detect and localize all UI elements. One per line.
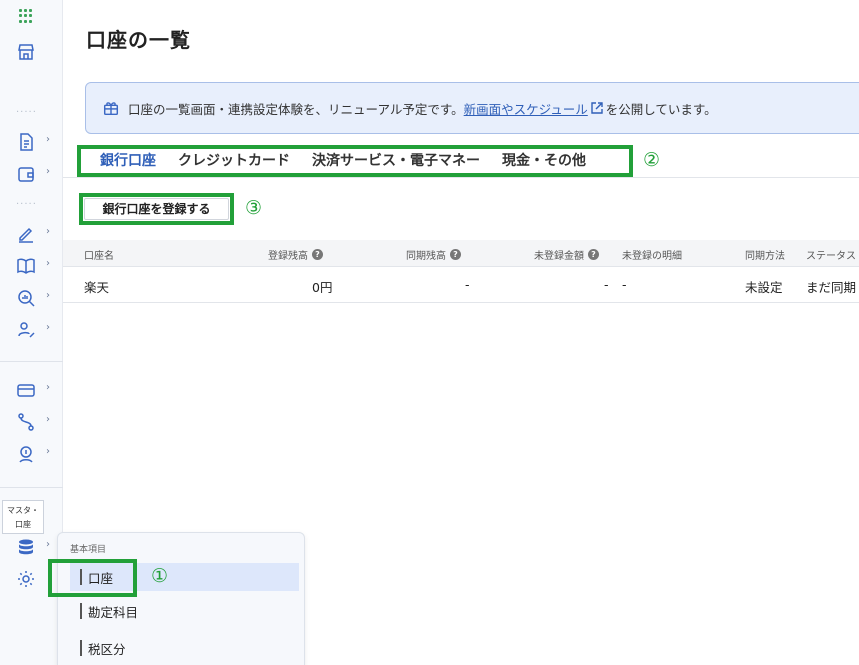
cell-status: まだ同期: [806, 280, 857, 295]
chevron-right-icon: ›: [46, 414, 50, 425]
register-bank-button[interactable]: 銀行口座を登録する: [84, 198, 229, 220]
chevron-right-icon: ›: [46, 226, 50, 237]
sidebar-item-book[interactable]: ›: [10, 253, 56, 279]
col-label: 同期残高: [406, 251, 446, 262]
sidebar-item-growth[interactable]: ›: [10, 441, 56, 467]
sidebar-item-store[interactable]: [10, 39, 56, 65]
person-percent-icon: [18, 322, 35, 338]
col-label: 登録残高: [268, 251, 308, 262]
col-synced-balance[interactable]: 同期残高?: [406, 247, 461, 262]
banner-text: 口座の一覧画面・連携設定体験を、リニューアル予定です。: [128, 101, 464, 117]
tab-bank[interactable]: 銀行口座: [81, 149, 167, 173]
store-icon: [18, 44, 34, 60]
help-icon[interactable]: ?: [588, 249, 599, 260]
app-grid-icon[interactable]: [19, 9, 33, 23]
master-flyout-menu: 基本項目 口座 勘定科目 税区分: [57, 532, 305, 665]
sidebar-item-analysis[interactable]: ›: [10, 285, 56, 311]
info-banner: 口座の一覧画面・連携設定体験を、リニューアル予定です。 新画面やスケジュール を…: [85, 82, 859, 134]
cell-registered-balance: 0円: [312, 280, 333, 295]
magnifier-chart-icon: [18, 290, 35, 307]
col-label: 同期方法: [745, 251, 785, 262]
sidebar-item-person[interactable]: ›: [10, 317, 56, 343]
col-label: 未登録金額: [534, 251, 584, 262]
table-header: 口座名 登録残高? 同期残高? 未登録金額? 未登録の明細 同期方法 ステータス: [63, 240, 859, 267]
highlight-box-1: [48, 559, 137, 597]
page-title: 口座の一覧: [86, 28, 191, 52]
chevron-right-icon: ›: [46, 382, 50, 393]
register-highlight: 銀行口座を登録する: [79, 193, 234, 225]
pen-icon: [19, 227, 33, 243]
table-row[interactable]: 楽天 0円 - - - 未設定 まだ同期: [63, 267, 859, 303]
tab-cash-other[interactable]: 現金・その他: [491, 149, 597, 173]
col-unregistered-items[interactable]: 未登録の明細: [622, 247, 682, 262]
sidebar-item-master[interactable]: ›: [10, 534, 56, 560]
chevron-right-icon: ›: [46, 446, 50, 457]
chevron-right-icon: ›: [46, 258, 50, 269]
chevron-right-icon: ›: [46, 290, 50, 301]
cell-unregistered-amount: -: [604, 277, 609, 292]
chevron-right-icon: ›: [46, 134, 50, 145]
gift-icon: [103, 102, 119, 116]
col-label: 未登録の明細: [622, 251, 682, 262]
sidebar-divider: [0, 361, 63, 362]
chevron-right-icon: ›: [46, 166, 50, 177]
sidebar-item-route[interactable]: ›: [10, 409, 56, 435]
cell-unregistered-items: -: [622, 277, 627, 292]
col-account-name[interactable]: 口座名: [84, 247, 114, 262]
account-type-tabs: 銀行口座 クレジットカード 決済サービス・電子マネー 現金・その他: [77, 145, 633, 177]
wallet-icon: [18, 167, 34, 182]
credit-card-icon: [17, 384, 35, 397]
book-icon: [17, 258, 35, 274]
tab-credit-card[interactable]: クレジットカード: [167, 149, 301, 173]
col-label: 口座名: [84, 251, 114, 262]
menu-section-title: 基本項目: [70, 545, 107, 555]
menu-item-tax-category[interactable]: 税区分: [70, 634, 299, 662]
tab-payment-service[interactable]: 決済サービス・電子マネー: [301, 149, 491, 173]
gear-icon: [18, 571, 34, 587]
sidebar-item-sign[interactable]: ›: [10, 221, 56, 247]
tooltip-line-2: 口座: [15, 520, 31, 529]
sidebar-item-card[interactable]: ›: [10, 377, 56, 403]
col-label: ステータス: [806, 251, 856, 262]
marker-1: ①: [151, 565, 169, 587]
plant-coin-icon: [19, 446, 33, 463]
sidebar-divider-dots: ·····: [16, 199, 37, 210]
banner-text-after: を公開しています。: [605, 101, 717, 117]
item-bar: [80, 640, 82, 656]
cell-sync-method: 未設定: [745, 280, 783, 295]
route-icon: [18, 413, 34, 431]
chevron-right-icon: ›: [46, 539, 50, 550]
menu-item-account-title[interactable]: 勘定科目: [70, 597, 299, 625]
cell-account-name[interactable]: 楽天: [84, 277, 109, 296]
chevron-right-icon: ›: [46, 322, 50, 333]
sidebar-item-wallet[interactable]: ›: [10, 161, 56, 187]
database-icon: [19, 539, 33, 555]
help-icon[interactable]: ?: [312, 249, 323, 260]
external-link-icon[interactable]: [590, 101, 604, 115]
marker-2: ②: [643, 149, 661, 171]
cell-synced-balance: -: [465, 277, 470, 292]
col-registered-balance[interactable]: 登録残高?: [268, 247, 323, 262]
menu-item-label: 税区分: [88, 641, 126, 657]
sidebar-divider: [0, 487, 63, 488]
sidebar-tooltip: マスタ・ 口座: [2, 500, 44, 534]
item-bar: [80, 603, 82, 619]
help-icon[interactable]: ?: [450, 249, 461, 260]
tooltip-line-1: マスタ・: [7, 506, 39, 515]
sidebar-item-document[interactable]: ›: [10, 129, 56, 155]
col-unregistered-amount[interactable]: 未登録金額?: [534, 247, 599, 262]
banner-link[interactable]: 新画面やスケジュール: [464, 99, 588, 118]
col-sync-method[interactable]: 同期方法: [745, 247, 785, 262]
menu-item-label: 勘定科目: [88, 604, 139, 620]
tabs-underline: [63, 177, 859, 178]
marker-3: ③: [245, 197, 263, 219]
sidebar-divider-dots: ·····: [16, 107, 37, 118]
document-icon: [20, 133, 33, 151]
col-status[interactable]: ステータス: [806, 247, 856, 262]
